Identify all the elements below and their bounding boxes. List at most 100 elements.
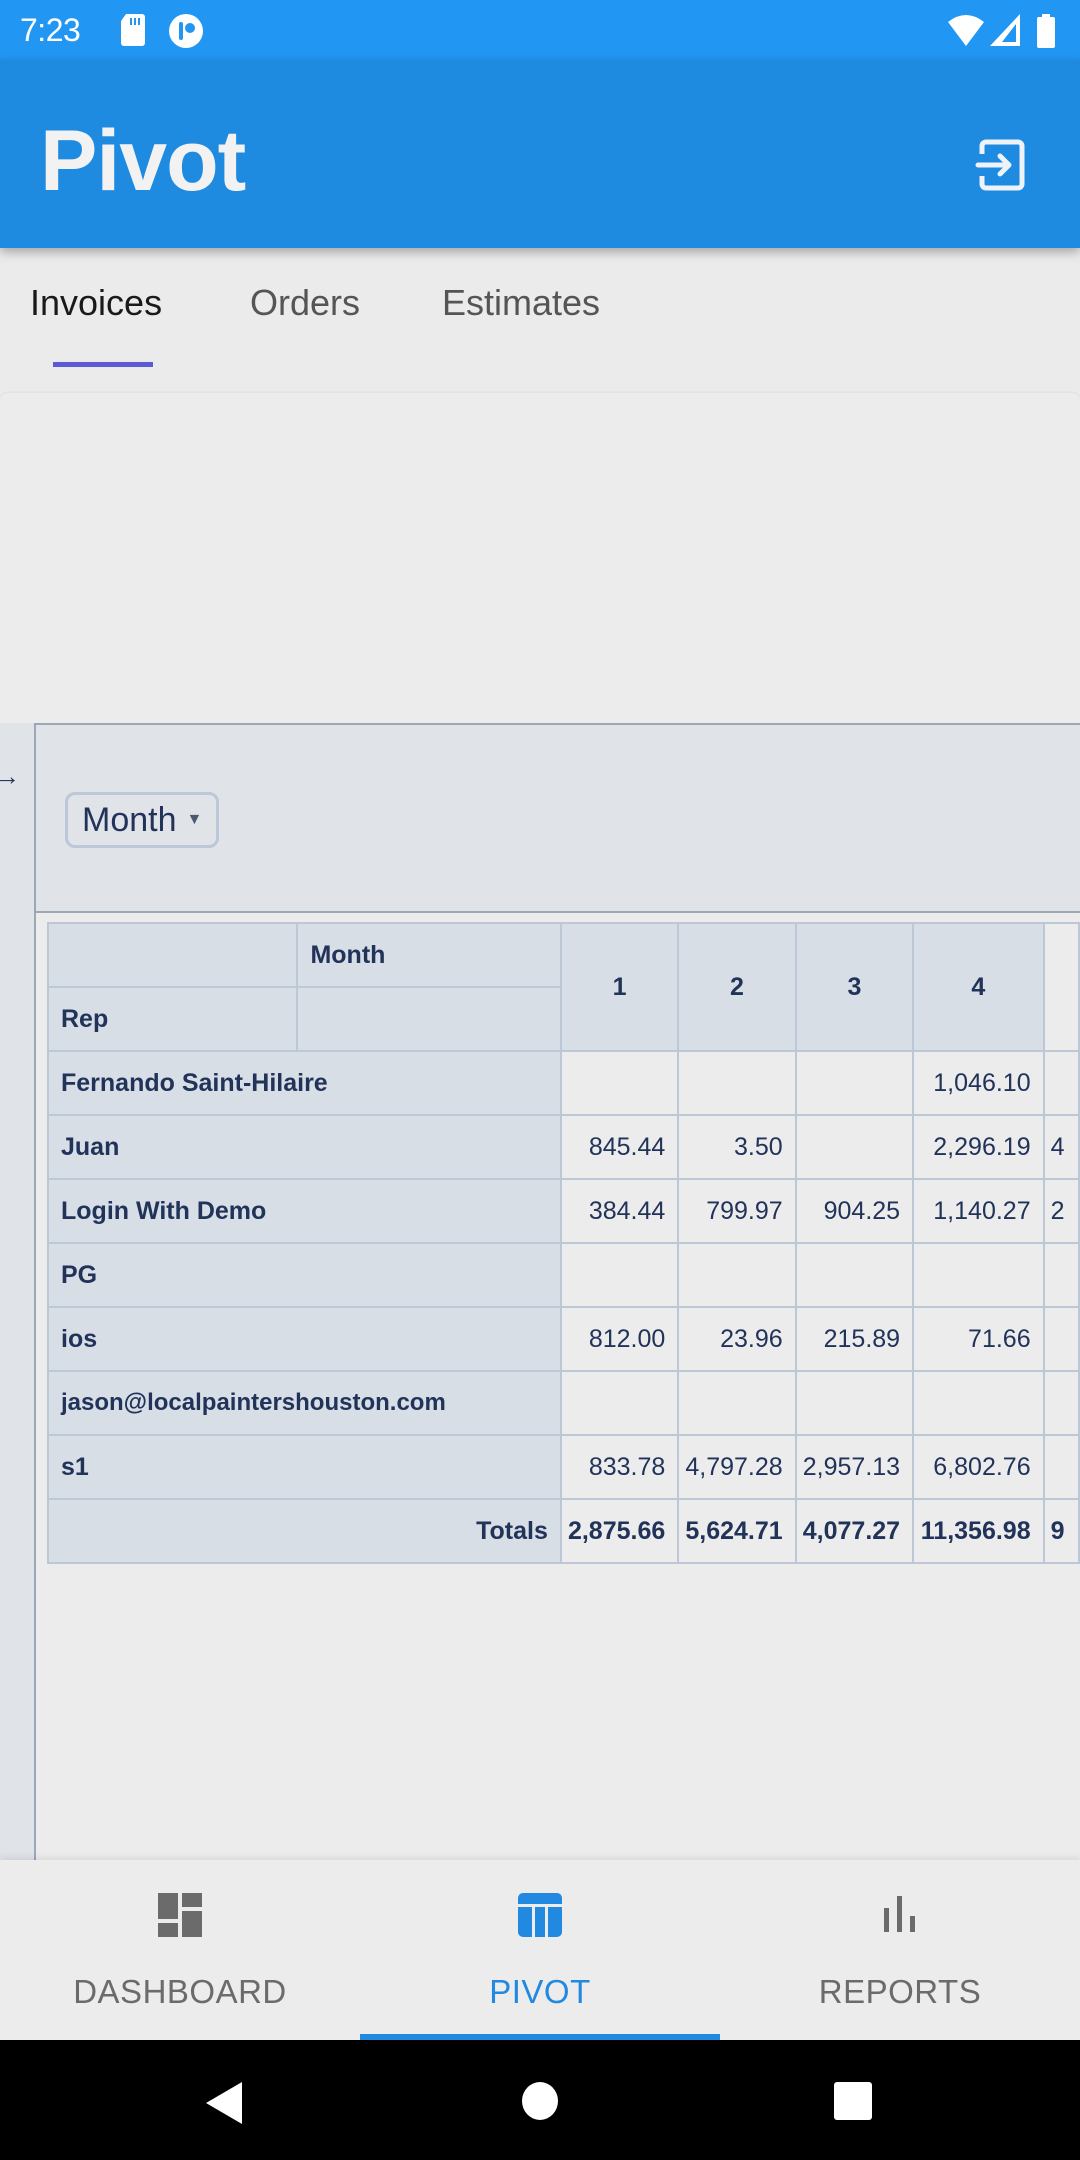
month-field-label: Month <box>82 800 177 839</box>
column-field-header: Month <box>296 922 562 988</box>
total-cell: 11,356.98 <box>912 1498 1045 1564</box>
cell: 3.50 <box>677 1114 797 1180</box>
row-label: PG <box>47 1242 562 1308</box>
cell <box>794 1242 915 1308</box>
status-time: 7:23 <box>20 12 81 48</box>
total-cell: 4,077.27 <box>794 1498 915 1564</box>
system-navigation-bar <box>0 2040 1080 2160</box>
cell: 904.25 <box>794 1178 915 1244</box>
tab-orders[interactable]: Orders <box>250 282 360 324</box>
logout-button[interactable] <box>970 132 1036 198</box>
pivot-table-icon <box>518 1893 562 1937</box>
total-cell: 9 <box>1042 1498 1080 1564</box>
row-label: ios <box>47 1306 562 1372</box>
nav-label: DASHBOARD <box>73 1973 287 2010</box>
column-header: 3 <box>794 922 915 1052</box>
table-row: Fernando Saint-Hilaire 1,046.10 <box>47 1050 1080 1116</box>
corner-cell <box>46 922 299 988</box>
page-title: Pivot <box>40 113 246 209</box>
cell <box>912 1370 1045 1436</box>
cell <box>912 1242 1045 1308</box>
month-field-dropdown[interactable]: Month ▼ <box>65 792 220 848</box>
logout-icon <box>975 139 1025 191</box>
tab-estimates[interactable]: Estimates <box>442 282 600 324</box>
pivot-row-field-area: → <box>0 723 36 1860</box>
bar-chart-icon <box>884 1896 915 1932</box>
cell: 71.66 <box>912 1306 1045 1372</box>
row-label: Fernando Saint-Hilaire <box>47 1050 562 1116</box>
table-row: ios 812.00 23.96 215.89 71.66 <box>47 1306 1080 1372</box>
cell <box>794 1050 915 1116</box>
document-tabs: Invoices Orders Estimates <box>0 248 1080 378</box>
row-label: s1 <box>47 1434 562 1500</box>
cell <box>1042 1434 1080 1500</box>
cell: 2,296.19 <box>912 1114 1045 1180</box>
nav-dashboard[interactable]: DASHBOARD <box>0 1860 360 2040</box>
cell <box>794 1114 915 1180</box>
cell: 833.78 <box>559 1434 680 1500</box>
cell: 4,797.28 <box>677 1434 797 1500</box>
column-header: 1 <box>559 922 680 1052</box>
total-cell: 5,624.71 <box>677 1498 797 1564</box>
cell: 1,140.27 <box>912 1178 1045 1244</box>
cell <box>1042 1306 1080 1372</box>
app-bar: Pivot <box>0 60 1080 248</box>
cell: 845.44 <box>559 1114 680 1180</box>
nav-reports[interactable]: REPORTS <box>720 1860 1080 2040</box>
cell <box>794 1370 915 1436</box>
tab-indicator <box>53 362 153 367</box>
row-label: Juan <box>47 1114 562 1180</box>
cell: 799.97 <box>677 1178 797 1244</box>
caret-down-icon: ▼ <box>186 811 203 828</box>
column-header: 2 <box>677 922 797 1052</box>
bottom-navigation: DASHBOARD PIVOT REPORTS <box>0 1860 1080 2040</box>
table-row: Login With Demo 384.44 799.97 904.25 1,1… <box>47 1178 1080 1244</box>
recents-icon[interactable] <box>834 2082 872 2120</box>
cell: 6,802.76 <box>912 1434 1045 1500</box>
dashboard-icon <box>158 1893 202 1937</box>
cell <box>1042 1370 1080 1436</box>
total-cell: 2,875.66 <box>559 1498 680 1564</box>
cell: 4 <box>1042 1114 1080 1180</box>
battery-icon <box>1037 14 1055 48</box>
cell <box>559 1242 680 1308</box>
back-icon[interactable] <box>204 2082 244 2124</box>
cell <box>559 1050 680 1116</box>
pivot-column-field-area: Month ▼ <box>0 723 1080 913</box>
cell <box>677 1050 797 1116</box>
app-notification-icon <box>169 14 203 48</box>
home-icon[interactable] <box>522 2082 558 2120</box>
totals-row: Totals 2,875.66 5,624.71 4,077.27 11,356… <box>47 1498 1080 1564</box>
cell: 812.00 <box>559 1306 680 1372</box>
cell <box>677 1242 797 1308</box>
wifi-icon <box>948 15 984 46</box>
arrow-right-icon[interactable]: → <box>0 761 20 792</box>
pivot-table: Month 1 2 3 4 Rep Fernando Saint-Hilaire… <box>46 922 1080 1564</box>
table-row: PG <box>47 1242 1080 1308</box>
row-label: jason@localpaintershouston.com <box>47 1370 562 1436</box>
column-header: 4 <box>912 922 1045 1052</box>
header-row: Month 1 2 3 4 <box>46 922 1080 1052</box>
nav-label: PIVOT <box>489 1973 591 2010</box>
cell <box>559 1370 680 1436</box>
totals-label: Totals <box>47 1498 562 1564</box>
status-bar: 7:23 <box>0 0 1080 60</box>
cell: 2 <box>1042 1178 1080 1244</box>
empty-header-cell <box>296 986 562 1052</box>
table-row: jason@localpaintershouston.com <box>47 1370 1080 1436</box>
column-header-partial <box>1042 922 1080 1052</box>
cell <box>1042 1050 1080 1116</box>
cell: 215.89 <box>794 1306 915 1372</box>
content-card <box>0 393 1080 723</box>
cell: 23.96 <box>677 1306 797 1372</box>
cell-signal-icon <box>990 14 1020 46</box>
cell <box>677 1370 797 1436</box>
cell: 2,957.13 <box>794 1434 915 1500</box>
tab-invoices[interactable]: Invoices <box>30 282 162 324</box>
row-label: Login With Demo <box>47 1178 562 1244</box>
row-field-header: Rep <box>46 986 299 1052</box>
table-row: Juan 845.44 3.50 2,296.19 4 <box>47 1114 1080 1180</box>
cell: 1,046.10 <box>912 1050 1045 1116</box>
table-row: s1 833.78 4,797.28 2,957.13 6,802.76 <box>47 1434 1080 1500</box>
nav-pivot[interactable]: PIVOT <box>360 1860 720 2040</box>
